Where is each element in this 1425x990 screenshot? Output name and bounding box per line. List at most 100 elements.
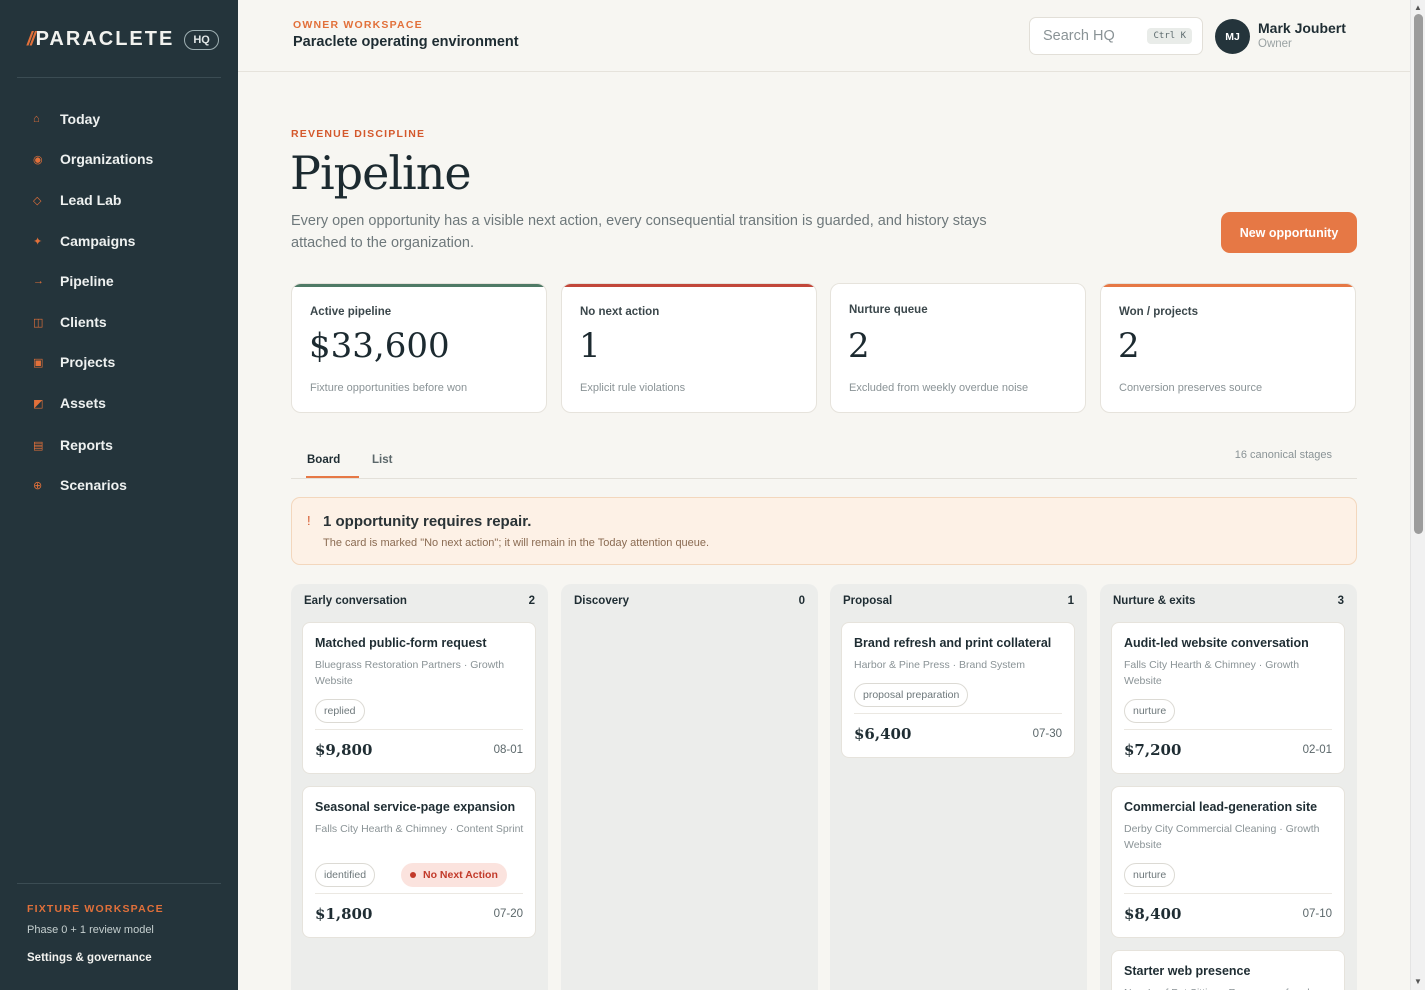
- card-title: Matched public-form request: [315, 636, 487, 650]
- card-divider: [315, 893, 523, 894]
- lead-lab-icon: ◇: [33, 194, 42, 207]
- user-role: Owner: [1258, 38, 1292, 50]
- warning-icon: !: [307, 513, 311, 528]
- sidebar-item-today[interactable]: ⌂ Today: [0, 102, 238, 136]
- stat-label: Won / projects: [1119, 306, 1199, 318]
- home-icon: ⌂: [33, 113, 40, 125]
- card-organization: Derby City Commercial Cleaning · Growth …: [1124, 823, 1320, 851]
- stage-title: Proposal: [843, 595, 893, 607]
- card-title: Audit-led website conversation: [1124, 636, 1309, 650]
- card-title: Brand refresh and print collateral: [854, 636, 1052, 650]
- stage-count: 3: [1337, 595, 1344, 607]
- new-opportunity-button[interactable]: New opportunity: [1221, 212, 1357, 253]
- sidebar-item-reports[interactable]: ▤ Reports: [0, 428, 238, 462]
- sidebar-item-label: Today: [60, 111, 101, 127]
- sidebar-item-assets[interactable]: ◩ Assets: [0, 386, 238, 420]
- sidebar-item-lead-lab[interactable]: ◇ Lead Lab: [0, 183, 238, 217]
- stat-value: $33,600: [309, 326, 450, 366]
- stage-count: 1: [1067, 595, 1074, 607]
- sidebar-item-organizations[interactable]: ◉ Organizations: [0, 142, 238, 176]
- card-amount: $6,400: [854, 725, 912, 743]
- stage-title: Early conversation: [304, 595, 407, 607]
- search-input[interactable]: Search HQ Ctrl K: [1029, 17, 1203, 55]
- card-amount: $9,800: [315, 741, 373, 759]
- stat-card-won-projects: Won / projects 2 Conversion preserves so…: [1100, 283, 1356, 413]
- card-next-date: 07-10: [1302, 908, 1332, 920]
- brand-logo[interactable]: // PARACLETE HQ: [27, 28, 219, 51]
- scenarios-icon: ⊕: [33, 479, 43, 492]
- reports-icon: ▤: [33, 439, 44, 452]
- sidebar-item-pipeline[interactable]: → Pipeline: [0, 264, 238, 298]
- active-tab-indicator: [306, 476, 359, 478]
- stat-value: 2: [848, 326, 870, 366]
- stage-status-chip: nurture: [1124, 863, 1176, 887]
- stat-label: Active pipeline: [310, 306, 392, 318]
- alert-text: The card is marked "No next action"; it …: [323, 537, 710, 549]
- opportunity-card[interactable]: Seasonal service-page expansion Falls Cit…: [302, 786, 536, 938]
- avatar[interactable]: MJ: [1215, 19, 1250, 54]
- opportunity-card[interactable]: Audit-led website conversation Falls City…: [1111, 622, 1345, 774]
- card-organization: New Leaf Pet Sitting · Resource referral: [1124, 985, 1334, 990]
- card-next-date: 07-20: [493, 908, 523, 920]
- sidebar-item-clients[interactable]: ◫ Clients: [0, 305, 238, 339]
- top-header: OWNER WORKSPACE Paraclete operating envi…: [238, 0, 1410, 72]
- sidebar-divider: [17, 77, 221, 78]
- sidebar-item-scenarios[interactable]: ⊕ Scenarios: [0, 468, 238, 502]
- scroll-down-arrow-icon[interactable]: ▼: [1414, 977, 1422, 986]
- stat-note: Explicit rule violations: [580, 382, 686, 394]
- card-amount: $8,400: [1124, 905, 1182, 923]
- tab-list[interactable]: List: [372, 441, 392, 479]
- card-next-date: 02-01: [1302, 744, 1332, 756]
- sidebar-item-label: Pipeline: [60, 273, 114, 289]
- sidebar-item-label: Clients: [60, 314, 107, 330]
- card-divider: [854, 713, 1062, 714]
- stat-label: Nurture queue: [849, 304, 928, 316]
- stat-value: 1: [579, 326, 601, 366]
- stage-column: Discovery 0: [561, 584, 818, 990]
- opportunity-card[interactable]: Commercial lead-generation site Derby Cit…: [1111, 786, 1345, 938]
- page-scrollbar[interactable]: ▲ ▼: [1410, 0, 1425, 990]
- organizations-icon: ◉: [33, 153, 43, 166]
- sidebar-item-projects[interactable]: ▣ Projects: [0, 345, 238, 379]
- pipeline-arrow-icon: →: [33, 275, 44, 287]
- tab-board[interactable]: Board: [307, 441, 340, 479]
- opportunity-card[interactable]: Brand refresh and print collateral Harbor…: [841, 622, 1075, 758]
- sidebar-item-label: Scenarios: [60, 477, 127, 493]
- opportunity-card[interactable]: Matched public-form request Bluegrass Res…: [302, 622, 536, 774]
- card-divider: [1124, 729, 1332, 730]
- stat-value: 2: [1118, 326, 1140, 366]
- search-shortcut-badge: Ctrl K: [1147, 28, 1192, 44]
- card-title: Commercial lead-generation site: [1124, 800, 1318, 814]
- settings-governance-link[interactable]: Settings & governance: [27, 952, 152, 964]
- card-title: Seasonal service-page expansion: [315, 800, 516, 814]
- sidebar-item-label: Lead Lab: [60, 192, 122, 208]
- assets-icon: ◩: [33, 397, 44, 410]
- card-amount: $7,200: [1124, 741, 1182, 759]
- search-placeholder: Search HQ: [1043, 28, 1115, 44]
- workspace-label: FIXTURE WORKSPACE: [27, 903, 164, 915]
- scroll-up-arrow-icon[interactable]: ▲: [1414, 3, 1422, 12]
- card-amount: $1,800: [315, 905, 373, 923]
- sidebar-item-campaigns[interactable]: ✦ Campaigns: [0, 224, 238, 258]
- user-name[interactable]: Mark Joubert: [1258, 20, 1346, 36]
- card-organization: Harbor & Pine Press · Brand System: [854, 659, 1025, 671]
- stage-status-chip: nurture: [1124, 699, 1176, 723]
- opportunity-card[interactable]: Starter web presence New Leaf Pet Sitting…: [1111, 950, 1345, 990]
- card-organization: Bluegrass Restoration Partners · Growth …: [315, 659, 505, 687]
- stage-column: Proposal 1 Brand refresh and print collate…: [830, 584, 1087, 990]
- sidebar-footer-divider: [17, 883, 221, 884]
- environment-title: Paraclete operating environment: [293, 34, 519, 50]
- card-next-date: 08-01: [493, 744, 523, 756]
- stat-card-no-next-action: No next action 1 Explicit rule violation…: [561, 283, 817, 413]
- card-divider: [315, 729, 523, 730]
- stat-note: Fixture opportunities before won: [310, 382, 468, 394]
- card-title: Starter web presence: [1124, 964, 1251, 978]
- stat-note: Excluded from weekly overdue noise: [849, 382, 1029, 394]
- repair-alert-banner: ! 1 opportunity requires repair. The car…: [291, 497, 1357, 565]
- sidebar-item-label: Projects: [60, 354, 116, 370]
- stage-column: Nurture & exits 3 Audit-led website conver…: [1100, 584, 1357, 990]
- sidebar-item-label: Organizations: [60, 151, 154, 167]
- stage-count: 0: [798, 595, 805, 607]
- brand-hq-badge: HQ: [184, 29, 219, 50]
- scrollbar-thumb[interactable]: [1414, 14, 1423, 534]
